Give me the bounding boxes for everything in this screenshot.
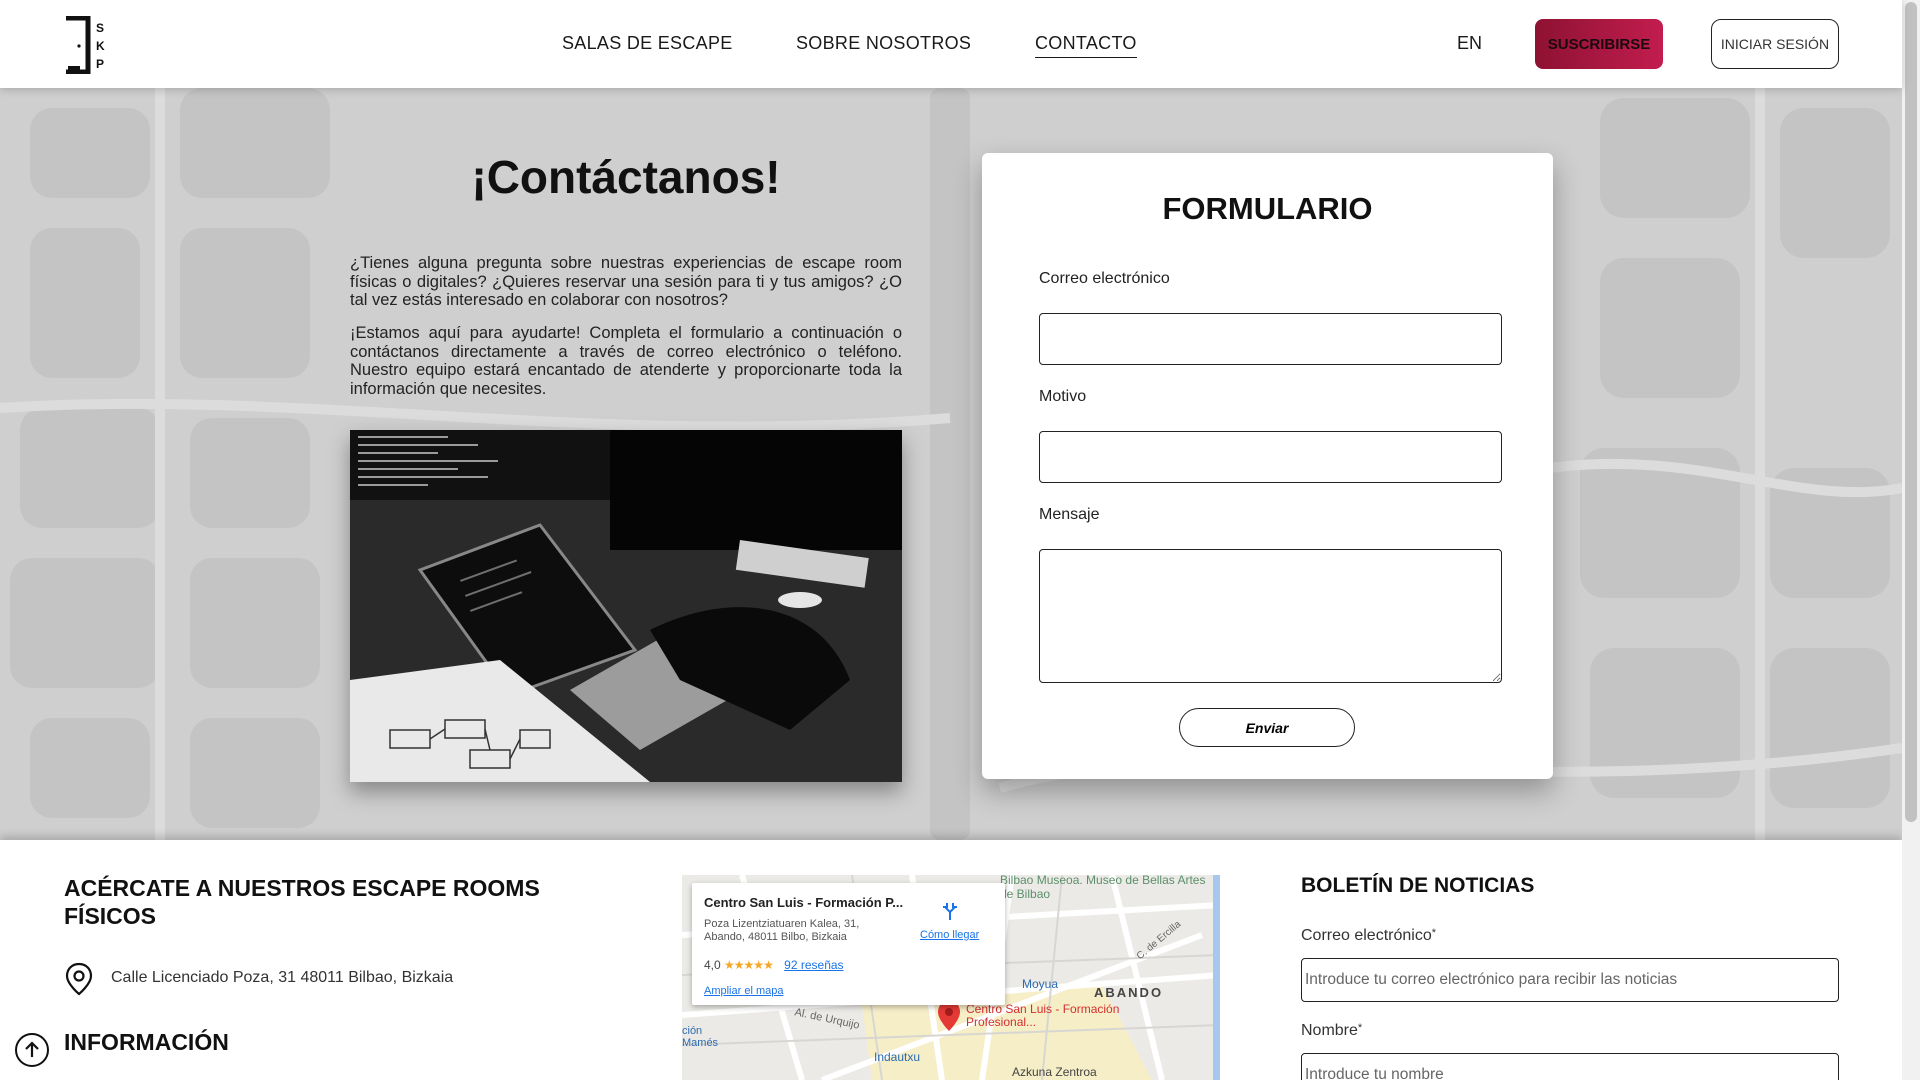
page-scrollbar[interactable] [1902,0,1920,1080]
map-label-museum: Bilbao Museoa. Museo de Bellas Artes de … [1000,875,1206,901]
newsletter-name-label: Nombre* [1301,1022,1362,1040]
nav-contact[interactable]: CONTACTO [1035,33,1137,58]
map-label-moyua: Moyua [1022,977,1059,991]
laptop-workspace-image [350,430,902,782]
email-label: Correo electrónico [1039,270,1170,287]
scroll-to-top-button[interactable] [15,1033,49,1067]
newsletter-name-input[interactable] [1301,1053,1839,1080]
nav-about-us[interactable]: SOBRE NOSOTROS [796,33,971,54]
email-field[interactable] [1039,313,1502,365]
place-address: Poza Lizentziatuaren Kalea, 31, Abando, … [704,918,860,943]
map-label-abando: ABANDO [1094,985,1164,1000]
logo-icon[interactable]: S K P [62,16,110,74]
hero-background-pattern [0,88,1902,840]
rating-stars-icon: ★★★★★ [724,958,774,972]
newsletter-email-label-text: Correo electrónico [1301,927,1432,944]
language-switch[interactable]: EN [1457,33,1482,54]
locations-title: ACÉRCATE A NUESTROS ESCAPE ROOMS FÍSICOS [64,875,540,929]
place-rating: 4,0 [704,958,721,972]
newsletter-title: BOLETÍN DE NOTICIAS [1301,874,1535,897]
send-button[interactable]: Enviar [1179,708,1355,747]
physical-address: Calle Licenciado Poza, 31 48011 Bilbao, … [111,969,454,986]
map-label-place: Centro San Luis - Formación Profesional.… [966,1002,1120,1029]
help-paragraph: ¡Estamos aquí para ayudarte! Completa el… [350,324,902,398]
info-title: INFORMACIÓN [64,1029,229,1055]
site-header: S K P SALAS DE ESCAPE SOBRE NOSOTROS CON… [0,0,1902,88]
newsletter-email-label: Correo electrónico* [1301,927,1436,945]
contact-photo [350,430,902,782]
map-label-indautxu: Indautxu [874,1050,921,1064]
place-rating-row: 4,0 ★★★★★ 92 reseñas [704,958,844,972]
map-label-station: ción Mamés [682,1025,719,1049]
subscribe-button[interactable]: SUSCRIBIRSE [1535,19,1663,69]
required-mark: * [1357,1022,1363,1034]
directions-icon[interactable] [941,903,959,921]
reviews-link[interactable]: 92 reseñas [784,958,843,972]
svg-text:S: S [96,21,104,35]
form-title: FORMULARIO [1162,191,1373,226]
svg-text:P: P [96,57,104,71]
location-pin-icon [65,962,93,996]
svg-text:K: K [96,39,105,53]
expand-map-link[interactable]: Ampliar el mapa [704,985,783,997]
map-place-card: Centro San Luis - Formación P... Poza Li… [692,883,1005,1005]
newsletter-name-label-text: Nombre [1301,1022,1358,1039]
reason-label: Motivo [1039,388,1087,405]
contact-hero: ¡Contáctanos! ¿Tienes alguna pregunta so… [0,88,1902,840]
site-footer: ACÉRCATE A NUESTROS ESCAPE ROOMS FÍSICOS… [0,840,1902,1080]
login-button[interactable]: INICIAR SESIÓN [1711,19,1839,69]
scrollbar-thumb[interactable] [1905,2,1917,822]
page-title: ¡Contáctanos! [471,151,781,203]
nav-escape-rooms[interactable]: SALAS DE ESCAPE [562,33,733,54]
map-label-azkuna: Azkuna Zentroa [1012,1065,1097,1079]
arrow-up-icon [25,1041,39,1057]
message-label: Mensaje [1039,506,1100,523]
location-map[interactable]: Bilbao Museoa. Museo de Bellas Artes de … [682,875,1220,1080]
contact-form: FORMULARIO Correo electrónico Motivo Men… [982,153,1553,779]
place-name: Centro San Luis - Formación P... [704,895,904,910]
intro-paragraph: ¿Tienes alguna pregunta sobre nuestras e… [350,254,902,309]
directions-link[interactable]: Cómo llegar [920,929,979,941]
reason-field[interactable] [1039,431,1502,483]
required-mark: * [1431,927,1437,939]
newsletter-email-input[interactable] [1301,958,1839,1002]
message-field[interactable] [1039,549,1502,683]
